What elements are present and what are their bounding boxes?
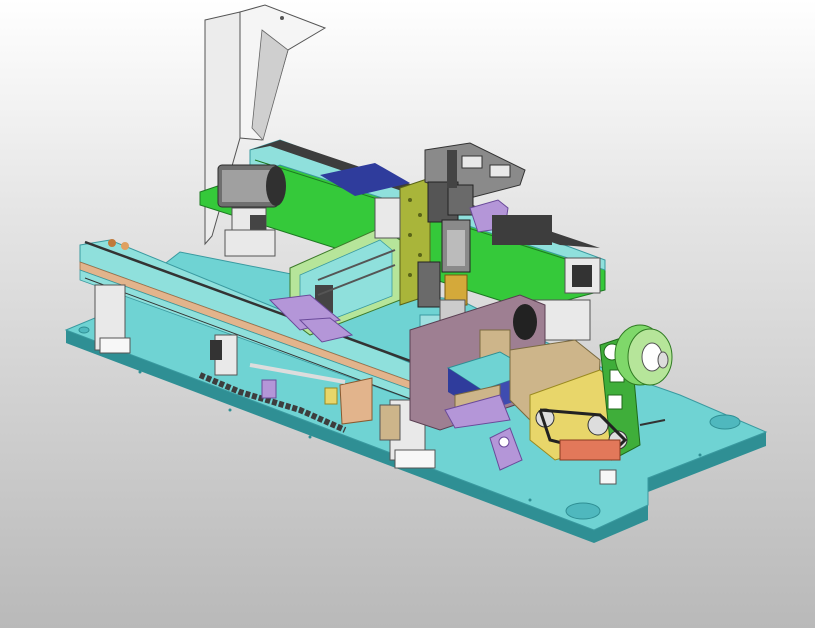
mounting-hole <box>78 326 90 334</box>
cad-viewport[interactable] <box>0 0 815 628</box>
mounting-hole <box>709 414 741 430</box>
cad-model-render <box>64 4 768 543</box>
mounting-hole <box>565 502 601 520</box>
tape-reel <box>614 324 673 386</box>
